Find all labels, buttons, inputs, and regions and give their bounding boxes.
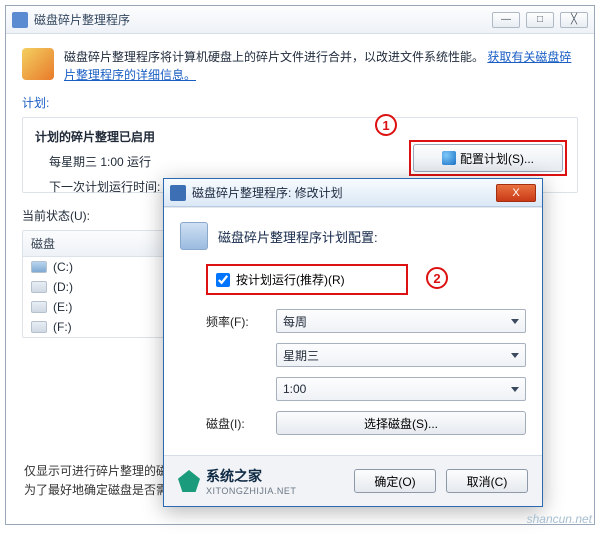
- frequency-label: 频率(F):: [180, 313, 276, 330]
- brand-name: 系统之家: [206, 466, 296, 486]
- day-value: 星期三: [283, 347, 319, 364]
- chevron-down-icon: [511, 319, 519, 324]
- configure-schedule-button[interactable]: 配置计划(S)...: [413, 144, 563, 172]
- drive-label: (C:): [53, 260, 73, 274]
- drive-icon: [31, 281, 47, 293]
- intro-desc: 磁盘碎片整理程序将计算机硬盘上的碎片文件进行合并，以改进文件系统性能。: [64, 50, 484, 64]
- frequency-row: 频率(F): 每周: [180, 309, 526, 333]
- brand-sub: XITONGZHIJIA.NET: [206, 486, 296, 496]
- intro-text: 磁盘碎片整理程序将计算机硬盘上的碎片文件进行合并，以改进文件系统性能。 获取有关…: [64, 48, 578, 84]
- list-item[interactable]: (F:): [23, 317, 163, 337]
- disk-label: 磁盘(I):: [180, 415, 276, 432]
- maximize-button[interactable]: □: [526, 12, 554, 28]
- config-button-highlight: 配置计划(S)...: [409, 140, 567, 176]
- main-title: 磁盘碎片整理程序: [34, 11, 492, 28]
- cancel-button[interactable]: 取消(C): [446, 469, 528, 493]
- dialog-close-button[interactable]: X: [496, 184, 536, 202]
- frequency-select[interactable]: 每周: [276, 309, 526, 333]
- dialog-heading-text: 磁盘碎片整理程序计划配置:: [218, 227, 378, 246]
- footer-line-1: 仅显示可进行碎片整理的磁: [24, 462, 168, 481]
- close-button[interactable]: ╳: [560, 12, 588, 28]
- callout-two: 2: [426, 267, 448, 289]
- day-row: 星期三: [180, 343, 526, 367]
- dialog-titlebar: 磁盘碎片整理程序: 修改计划 X: [164, 179, 542, 207]
- callout-one: 1: [375, 114, 397, 136]
- list-item[interactable]: (D:): [23, 277, 163, 297]
- list-item[interactable]: (E:): [23, 297, 163, 317]
- chevron-down-icon: [511, 387, 519, 392]
- defrag-icon: [22, 48, 54, 80]
- brand-icon: [178, 470, 200, 492]
- chevron-down-icon: [511, 353, 519, 358]
- main-titlebar: 磁盘碎片整理程序 — □ ╳: [6, 6, 594, 34]
- schedule-icon: [180, 222, 208, 250]
- plan-label: 计划:: [22, 94, 578, 111]
- dialog-heading: 磁盘碎片整理程序计划配置:: [180, 222, 526, 250]
- time-row: 1:00: [180, 377, 526, 401]
- frequency-value: 每周: [283, 313, 307, 330]
- minimize-button[interactable]: —: [492, 12, 520, 28]
- drive-icon: [31, 321, 47, 333]
- configure-schedule-label: 配置计划(S)...: [460, 150, 534, 167]
- window-controls: — □ ╳: [492, 12, 588, 28]
- drive-icon: [31, 261, 47, 273]
- disk-list-header: 磁盘: [23, 231, 163, 257]
- footer-line-2: 为了最好地确定磁盘是否需: [24, 481, 168, 500]
- dialog-icon: [170, 185, 186, 201]
- dialog-title: 磁盘碎片整理程序: 修改计划: [192, 184, 496, 201]
- intro: 磁盘碎片整理程序将计算机硬盘上的碎片文件进行合并，以改进文件系统性能。 获取有关…: [22, 48, 578, 84]
- time-value: 1:00: [283, 382, 306, 396]
- dialog-footer: 系统之家 XITONGZHIJIA.NET 确定(O) 取消(C): [164, 455, 542, 506]
- footer-note: 仅显示可进行碎片整理的磁 为了最好地确定磁盘是否需: [24, 462, 168, 500]
- time-select[interactable]: 1:00: [276, 377, 526, 401]
- app-icon: [12, 12, 28, 28]
- select-disks-button[interactable]: 选择磁盘(S)...: [276, 411, 526, 435]
- drive-label: (F:): [53, 320, 72, 334]
- watermark: shancun.net: [527, 512, 592, 526]
- run-on-schedule-row: 按计划运行(推荐)(R) 2: [206, 264, 408, 295]
- drive-label: (D:): [53, 280, 73, 294]
- brand: 系统之家 XITONGZHIJIA.NET: [178, 466, 296, 496]
- dialog-body: 磁盘碎片整理程序计划配置: 按计划运行(推荐)(R) 2 频率(F): 每周 星…: [164, 207, 542, 455]
- list-item[interactable]: (C:): [23, 257, 163, 277]
- run-on-schedule-checkbox[interactable]: [216, 273, 230, 287]
- drive-icon: [31, 301, 47, 313]
- ok-button[interactable]: 确定(O): [354, 469, 436, 493]
- modify-schedule-dialog: 磁盘碎片整理程序: 修改计划 X 磁盘碎片整理程序计划配置: 按计划运行(推荐)…: [163, 178, 543, 507]
- drive-label: (E:): [53, 300, 72, 314]
- day-select[interactable]: 星期三: [276, 343, 526, 367]
- disk-list: 磁盘 (C:) (D:) (E:) (F:): [22, 230, 164, 338]
- shield-icon: [442, 151, 456, 165]
- disk-row: 磁盘(I): 选择磁盘(S)...: [180, 411, 526, 435]
- run-on-schedule-label: 按计划运行(推荐)(R): [236, 271, 345, 288]
